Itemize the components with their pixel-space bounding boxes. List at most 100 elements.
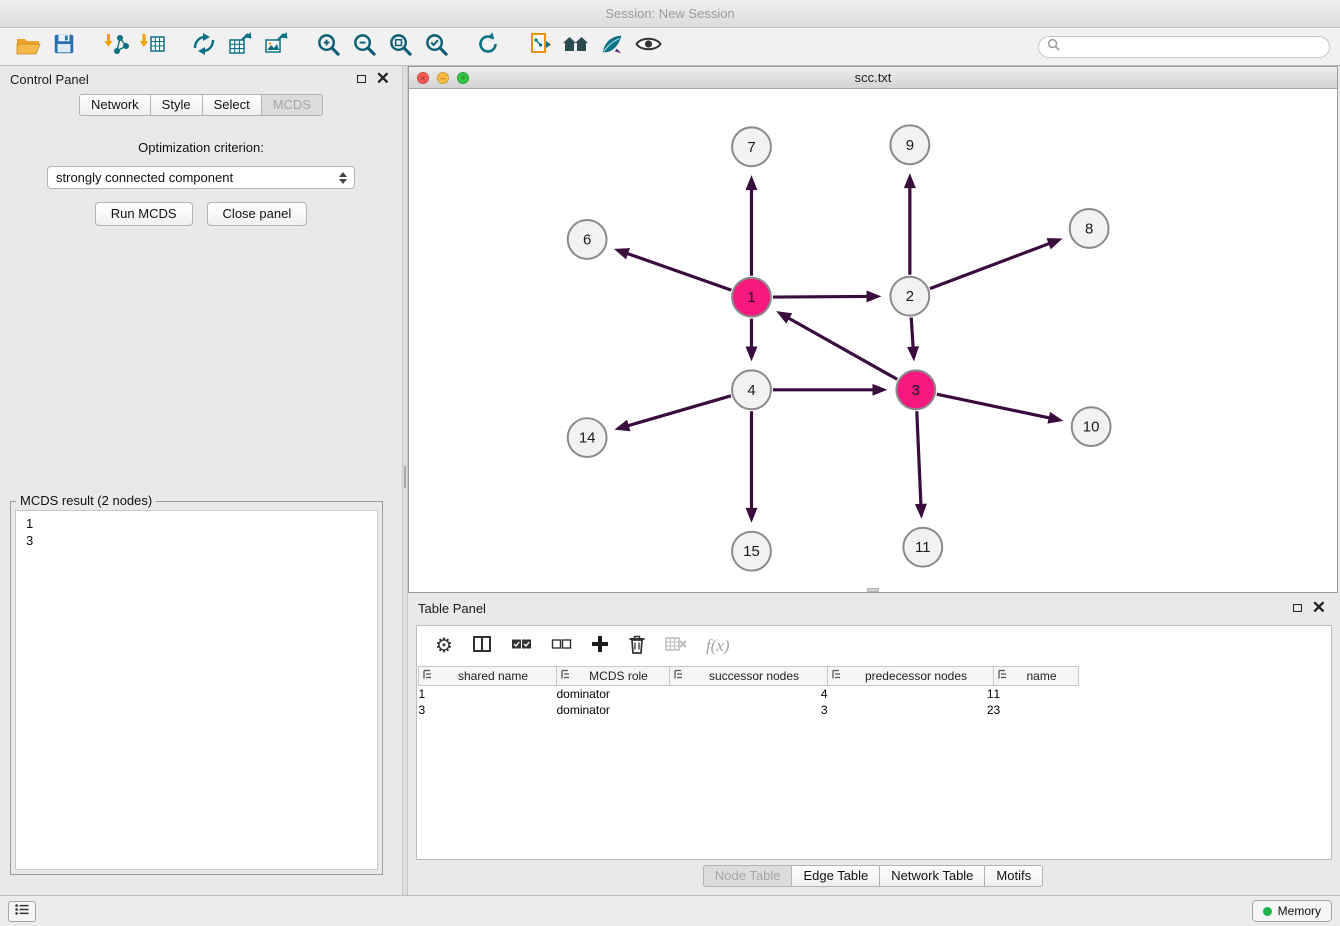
node-4[interactable]: 4 — [732, 370, 771, 409]
edge-2-3[interactable] — [911, 318, 913, 349]
edge-4-14[interactable] — [627, 396, 731, 426]
add-column-button[interactable] — [591, 635, 609, 658]
node-2[interactable]: 2 — [890, 277, 929, 316]
column-header-mcds-role[interactable]: MCDS role — [557, 667, 670, 686]
save-floppy-icon — [52, 32, 76, 61]
splitter-grip[interactable] — [404, 466, 406, 488]
cell-name[interactable]: 3 — [994, 702, 1079, 718]
tab-node-table[interactable]: Node Table — [703, 865, 793, 887]
cell-shared-name[interactable]: 1 — [419, 686, 557, 702]
window-resize-handle[interactable] — [867, 588, 879, 592]
zoom-in-button[interactable] — [310, 31, 346, 63]
cell-predecessor-nodes[interactable]: 2 — [828, 702, 994, 718]
cell-successor-nodes[interactable]: 3 — [670, 702, 828, 718]
node-3[interactable]: 3 — [896, 370, 935, 409]
tab-select[interactable]: Select — [203, 94, 262, 116]
column-header-shared-name[interactable]: shared name — [419, 667, 557, 686]
node-1[interactable]: 1 — [732, 278, 771, 317]
network-graph[interactable]: 7 9 6 8 1 2 4 3 14 10 15 11 — [409, 89, 1337, 592]
function-builder-button[interactable]: f(x) — [706, 636, 730, 656]
node-10[interactable]: 10 — [1072, 407, 1111, 446]
node-7[interactable]: 7 — [732, 127, 771, 166]
maximize-window-button[interactable]: + — [457, 72, 469, 84]
edge-1-6[interactable] — [626, 253, 731, 290]
tab-network-table[interactable]: Network Table — [880, 865, 985, 887]
edge-1-2[interactable] — [773, 296, 869, 297]
close-window-button[interactable]: × — [417, 72, 429, 84]
cell-shared-name[interactable]: 3 — [419, 702, 557, 718]
show-columns-button[interactable] — [472, 635, 492, 658]
zoom-selected-button[interactable] — [418, 31, 454, 63]
tab-motifs[interactable]: Motifs — [985, 865, 1043, 887]
node-6[interactable]: 6 — [568, 220, 607, 259]
duplicate-network-button[interactable] — [522, 31, 558, 63]
panel-menu-button[interactable] — [8, 901, 36, 922]
tab-network[interactable]: Network — [79, 94, 151, 116]
edge-3-1[interactable] — [787, 317, 897, 379]
optimization-criterion-select[interactable]: strongly connected component — [47, 166, 355, 189]
table-settings-button[interactable]: ⚙ — [435, 636, 453, 656]
edge-3-11[interactable] — [917, 411, 921, 506]
open-session-button[interactable] — [10, 31, 46, 63]
import-table-button[interactable] — [134, 31, 170, 63]
node-9[interactable]: 9 — [890, 125, 929, 164]
run-mcds-button[interactable]: Run MCDS — [95, 202, 193, 226]
home-icon — [562, 33, 590, 60]
close-panel-icon[interactable]: ✕ — [376, 72, 390, 86]
node-table: shared name MCDS role successor nodes pr… — [418, 666, 1079, 718]
refresh-layout-button[interactable] — [470, 31, 506, 63]
node-11[interactable]: 11 — [903, 528, 942, 567]
cell-mcds-role[interactable]: dominator — [557, 686, 670, 702]
delete-column-button[interactable] — [628, 634, 646, 659]
cell-name[interactable]: 1 — [994, 686, 1079, 702]
tab-edge-table[interactable]: Edge Table — [792, 865, 880, 887]
style-brush-button[interactable] — [594, 31, 630, 63]
node-label: 14 — [579, 430, 596, 447]
home-networks-button[interactable] — [558, 31, 594, 63]
select-all-button[interactable] — [511, 636, 532, 657]
mcds-result-list[interactable]: 1 3 — [15, 510, 378, 870]
network-window-titlebar[interactable]: × – + scc.txt — [409, 67, 1337, 89]
delete-table-button[interactable] — [665, 636, 687, 657]
node-table-card: ⚙ — [416, 625, 1332, 860]
column-header-successor-nodes[interactable]: successor nodes — [670, 667, 828, 686]
edge-3-10[interactable] — [937, 394, 1051, 418]
cell-successor-nodes[interactable]: 4 — [670, 686, 828, 702]
export-network-button[interactable] — [186, 31, 222, 63]
zoom-in-icon — [316, 32, 341, 62]
column-header-name[interactable]: name — [994, 667, 1079, 686]
float-panel-icon[interactable] — [357, 75, 366, 83]
edge-2-8[interactable] — [930, 243, 1051, 289]
show-graphics-details-button[interactable] — [630, 31, 666, 63]
style-brush-icon — [600, 32, 624, 61]
memory-button[interactable]: Memory — [1252, 900, 1332, 922]
table-row[interactable]: 1 dominator 4 1 1 — [419, 686, 1079, 702]
node-14[interactable]: 14 — [568, 418, 607, 457]
import-network-button[interactable] — [98, 31, 134, 63]
export-image-button[interactable] — [258, 31, 294, 63]
result-line: 3 — [26, 532, 367, 549]
toolbar-search[interactable] — [1038, 36, 1330, 58]
node-8[interactable]: 8 — [1070, 209, 1109, 248]
close-panel-button[interactable]: Close panel — [207, 202, 308, 226]
search-input[interactable] — [1065, 40, 1321, 54]
column-header-predecessor-nodes[interactable]: predecessor nodes — [828, 667, 994, 686]
save-session-button[interactable] — [46, 31, 82, 63]
export-table-button[interactable] — [222, 31, 258, 63]
zoom-out-button[interactable] — [346, 31, 382, 63]
cell-mcds-role[interactable]: dominator — [557, 702, 670, 718]
deselect-all-button[interactable] — [551, 636, 572, 657]
table-row[interactable]: 3 dominator 3 2 3 — [419, 702, 1079, 718]
export-table-icon — [227, 31, 253, 62]
tab-style[interactable]: Style — [151, 94, 203, 116]
deselect-all-icon — [551, 636, 572, 657]
network-canvas[interactable]: 7 9 6 8 1 2 4 3 14 10 15 11 — [409, 89, 1337, 592]
zoom-fit-button[interactable] — [382, 31, 418, 63]
cell-predecessor-nodes[interactable]: 1 — [828, 686, 994, 702]
float-table-panel-icon[interactable] — [1293, 604, 1302, 612]
node-15[interactable]: 15 — [732, 532, 771, 571]
tab-mcds[interactable]: MCDS — [262, 94, 323, 116]
columns-icon — [472, 635, 492, 658]
minimize-window-button[interactable]: – — [437, 72, 449, 84]
close-table-panel-icon[interactable]: ✕ — [1312, 601, 1326, 615]
